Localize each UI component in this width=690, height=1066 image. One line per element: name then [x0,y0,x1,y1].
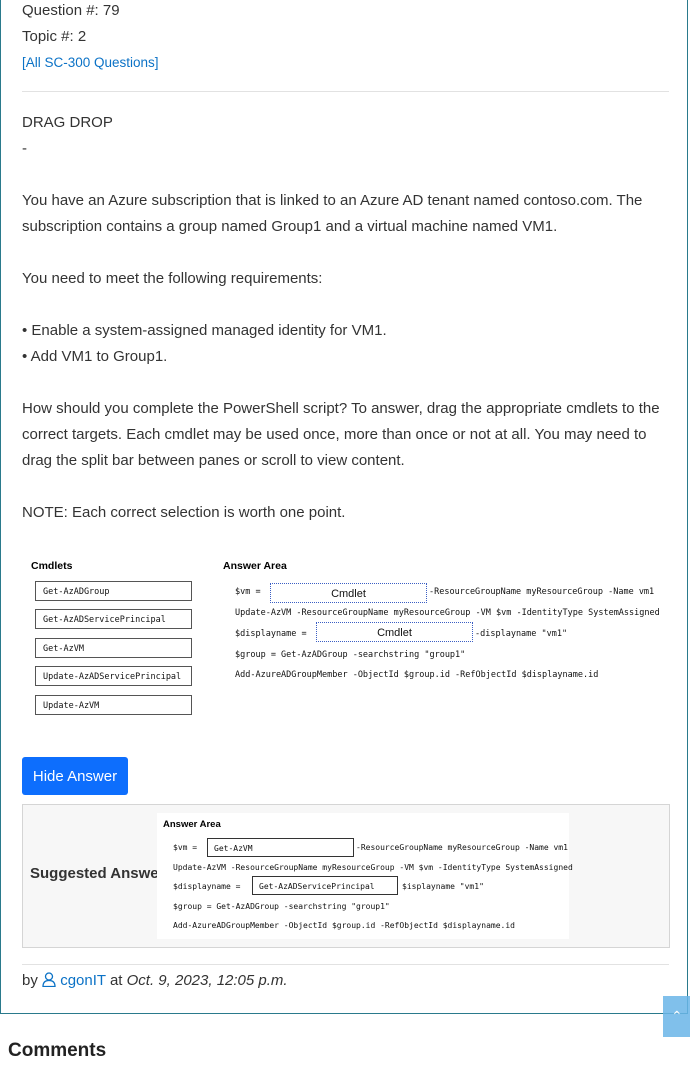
code-line-1-suffix: -ResourceGroupName myResourceGroup -Name… [429,587,655,597]
user-icon [42,972,60,989]
cmdlet-option[interactable]: Get-AzADGroup [35,581,192,601]
code-line-3-suffix: -displayname "vm1" [475,629,568,639]
question-type: DRAG DROP [22,114,113,131]
divider [22,91,669,92]
drop-target-2[interactable]: Cmdlet [316,622,473,642]
divider [22,964,669,965]
requirement-1: • Enable a system-assigned managed ident… [22,322,387,339]
code-line-4: $group = Get-AzADGroup -searchstring "gr… [235,650,466,660]
by-label: by [22,972,38,989]
code-line-2: Update-AzVM -ResourceGroupName myResourc… [235,608,660,618]
chevron-up-icon: ⌃ [671,1008,683,1024]
answer-1-box: Get-AzVM [207,838,354,857]
cmdlets-header: Cmdlets [31,560,73,572]
cmdlet-option[interactable]: Get-AzVM [35,638,192,658]
suggested-answer-figure: Answer Area $vm = Get-AzVM -ResourceGrou… [157,813,573,939]
answer-line-5: Add-AzureADGroupMember -ObjectId $group.… [173,921,515,930]
answer-area-header: Answer Area [163,819,221,830]
code-line-1-prefix: $vm = [235,587,261,597]
answer-line-1-prefix: $vm = [173,843,198,852]
suggested-answer-panel: Suggested Answer: Answer Area $vm = Get-… [22,804,670,948]
cmdlet-option[interactable]: Update-AzADServicePrincipal [35,666,192,686]
question-paragraph-1: You have an Azure subscription that is l… [22,192,643,235]
code-line-5: Add-AzureADGroupMember -ObjectId $group.… [235,670,599,680]
code-line-3-prefix: $displayname = [235,629,307,639]
cmdlet-option[interactable]: Get-AzADServicePrincipal [35,609,192,629]
at-label: at [109,972,123,989]
question-paragraph-3: How should you complete the PowerShell s… [22,400,660,469]
scroll-to-top-button[interactable]: ⌃ [663,996,690,1037]
answer-2-box: Get-AzADServicePrincipal [252,876,398,895]
question-paragraph-2: You need to meet the following requireme… [22,270,323,287]
answer-line-2: Update-AzVM -ResourceGroupName myResourc… [173,863,573,872]
all-questions-link[interactable]: [All SC-300 Questions] [22,55,159,70]
hide-answer-button[interactable]: Hide Answer [22,757,128,795]
note: NOTE: Each correct selection is worth on… [22,504,346,521]
answer-line-3-suffix: $isplayname "vm1" [402,882,484,891]
answer-line-4: $group = Get-AzADGroup -searchstring "gr… [173,902,390,911]
byline: by cgonIT at Oct. 9, 2023, 12:05 p.m. [22,972,288,989]
drop-target-1[interactable]: Cmdlet [270,583,427,603]
answer-area-header: Answer Area [223,560,287,572]
requirement-2: • Add VM1 to Group1. [22,348,168,365]
topic-number: Topic #: 2 [22,28,87,45]
username-link[interactable]: cgonIT [60,972,106,989]
dash: - [22,140,27,157]
answer-line-1-suffix: -ResourceGroupName myResourceGroup -Name… [356,843,568,852]
cmdlet-option[interactable]: Update-AzVM [35,695,192,715]
comments-heading: Comments [8,1040,107,1061]
question-card: Question #: 79 Topic #: 2 [All SC-300 Qu… [0,0,688,1014]
answer-line-3-prefix: $displayname = [173,882,241,891]
question-number: Question #: 79 [22,2,120,19]
drag-drop-figure: Cmdlets Answer Area Get-AzADGroup Get-Az… [27,554,667,724]
post-date: Oct. 9, 2023, 12:05 p.m. [126,972,288,989]
suggested-answer-label: Suggested Answer: [30,865,170,882]
